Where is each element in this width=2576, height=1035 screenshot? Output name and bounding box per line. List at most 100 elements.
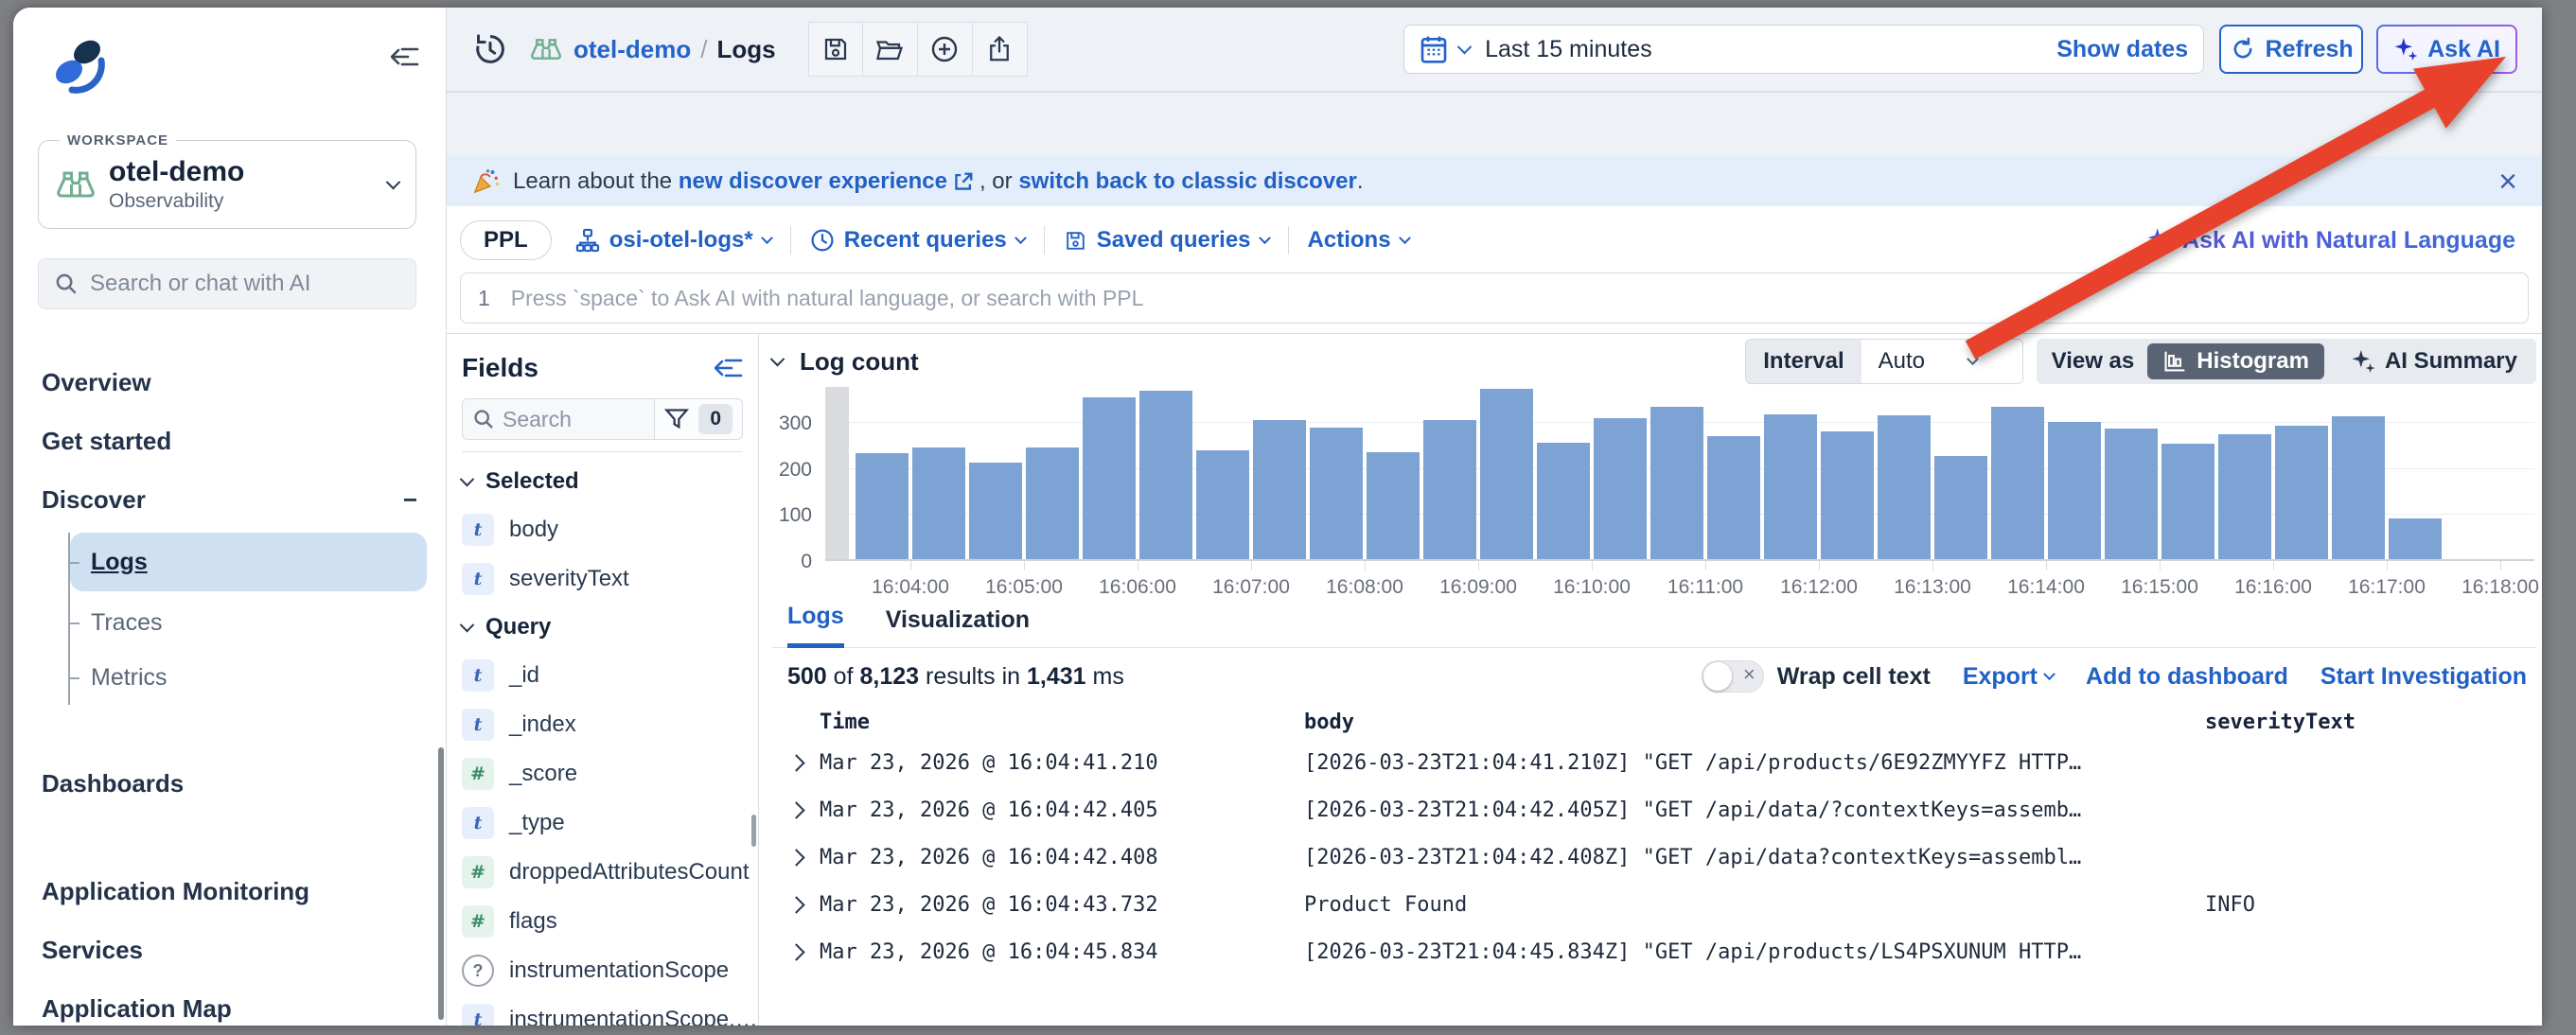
section-label: Selected	[485, 468, 579, 495]
sidebar-item-overview[interactable]: Overview	[13, 353, 446, 412]
time-range-label[interactable]: Last 15 minutes	[1485, 36, 1652, 63]
field-item-instrumentationScope[interactable]: ?instrumentationScope	[462, 946, 758, 995]
collapse-chart-icon[interactable]	[770, 351, 785, 366]
query-language-button[interactable]: PPL	[460, 220, 552, 260]
fields-search[interactable]	[462, 398, 655, 440]
show-dates-link[interactable]: Show dates	[2056, 36, 2188, 63]
query-input[interactable]: 1 Press `space` to Ask AI with natural l…	[460, 272, 2529, 324]
field-name: _type	[509, 810, 565, 836]
sidebar-collapse-icon[interactable]	[391, 45, 419, 68]
field-item-flags[interactable]: #flags	[462, 897, 758, 946]
sidebar-item-services[interactable]: Services	[13, 921, 446, 979]
chart-plot[interactable]: 16:04:0016:05:0016:06:0016:07:0016:08:00…	[825, 389, 2534, 561]
histogram-bar	[2048, 422, 2100, 559]
tab-logs[interactable]: Logs	[787, 603, 844, 648]
history-icon[interactable]	[471, 30, 509, 68]
wrap-text-toggle[interactable]: ×	[1702, 660, 1764, 693]
filter-count-badge: 0	[698, 404, 732, 434]
field-item-severityText[interactable]: tseverityText	[462, 554, 758, 604]
histogram-bar	[1083, 397, 1135, 559]
export-dropdown[interactable]: Export	[1963, 663, 2054, 691]
histogram-bar	[1707, 436, 1759, 559]
col-header-time[interactable]: Time	[820, 710, 1304, 734]
banner-close-icon[interactable]: ×	[2498, 166, 2517, 198]
sidebar-item-get-started[interactable]: Get started	[13, 412, 446, 470]
fields-scrollbar[interactable]	[751, 815, 756, 847]
workspace-selector[interactable]: WORKSPACE otel-demo Observability	[38, 140, 416, 229]
field-item-instrumentationScope[interactable]: tinstrumentationScope.…	[462, 995, 758, 1026]
collapse-minus-icon[interactable]: −	[403, 485, 417, 515]
sidebar-subitem-logs[interactable]: Logs	[70, 533, 427, 591]
ask-ai-nl-link[interactable]: Ask AI with Natural Language	[2146, 227, 2529, 254]
binoculars-icon	[530, 35, 562, 63]
col-header-severity[interactable]: severityText	[2205, 710, 2536, 734]
col-header-body[interactable]: body	[1304, 710, 2205, 734]
x-axis-label: 16:06:00	[1099, 576, 1176, 599]
histogram-toggle-button[interactable]: Histogram	[2147, 343, 2324, 379]
histogram-bar	[1253, 420, 1305, 559]
clock-icon	[810, 228, 835, 253]
saved-queries-dropdown[interactable]: Saved queries	[1064, 227, 1269, 254]
field-item-body[interactable]: tbody	[462, 505, 758, 554]
sidebar-item-discover[interactable]: Discover−	[13, 470, 446, 529]
table-row[interactable]: Mar 23, 2026 @ 16:04:42.405[2026-03-23T2…	[772, 786, 2536, 833]
sidebar-item-application-monitoring[interactable]: Application Monitoring	[13, 862, 446, 921]
sidebar-subitem-metrics[interactable]: Metrics	[70, 650, 446, 705]
sidebar-subitem-traces[interactable]: Traces	[70, 595, 446, 650]
fields-section-selected[interactable]: Selected	[462, 458, 758, 505]
table-row[interactable]: Mar 23, 2026 @ 16:04:43.732Product Found…	[772, 881, 2536, 928]
workspace-type: Observability	[109, 190, 388, 213]
classic-discover-link[interactable]: switch back to classic discover	[1018, 168, 1357, 194]
refresh-label: Refresh	[2266, 36, 2354, 63]
recent-queries-dropdown[interactable]: Recent queries	[810, 227, 1025, 254]
histogram-bar	[1310, 428, 1362, 559]
dataset-selector[interactable]: osi-otel-logs*	[575, 227, 771, 254]
fields-filter-button[interactable]: 0	[655, 398, 743, 440]
date-picker[interactable]: Last 15 minutes Show dates	[1403, 25, 2204, 74]
field-item-droppedAttributesCount[interactable]: #droppedAttributesCount	[462, 848, 758, 897]
expand-row-icon[interactable]	[787, 943, 804, 960]
expand-row-icon[interactable]	[787, 849, 804, 866]
field-item-_score[interactable]: #_score	[462, 749, 758, 798]
open-folder-button[interactable]	[863, 22, 918, 77]
sidebar-scrollbar[interactable]	[438, 747, 444, 1020]
expand-row-icon[interactable]	[787, 896, 804, 913]
calendar-icon[interactable]	[1420, 34, 1448, 64]
expand-row-icon[interactable]	[787, 754, 804, 771]
filter-funnel-icon	[664, 407, 689, 431]
share-button[interactable]	[973, 22, 1028, 77]
refresh-button[interactable]: Refresh	[2219, 25, 2363, 74]
fields-search-input[interactable]	[503, 407, 573, 432]
start-investigation-link[interactable]: Start Investigation	[2320, 663, 2527, 691]
expand-row-icon[interactable]	[787, 801, 804, 818]
table-row[interactable]: Mar 23, 2026 @ 16:04:42.408[2026-03-23T2…	[772, 833, 2536, 881]
new-discover-link[interactable]: new discover experience	[679, 168, 947, 194]
fields-collapse-icon[interactable]	[715, 357, 743, 379]
breadcrumb-workspace[interactable]: otel-demo	[573, 35, 691, 64]
tab-visualization[interactable]: Visualization	[886, 606, 1030, 647]
add-to-dashboard-link[interactable]: Add to dashboard	[2086, 663, 2288, 691]
new-item-button[interactable]	[918, 22, 973, 77]
ask-ai-button[interactable]: Ask AI	[2376, 25, 2517, 74]
sidebar-item-dashboards[interactable]: Dashboards	[13, 754, 446, 813]
histogram-bar	[856, 453, 908, 559]
save-button[interactable]	[808, 22, 863, 77]
fields-section-query[interactable]: Query	[462, 604, 758, 651]
table-row[interactable]: Mar 23, 2026 @ 16:04:45.834[2026-03-23T2…	[772, 928, 2536, 975]
sidebar-search-input[interactable]	[90, 271, 400, 297]
view-as-label: View as	[2052, 348, 2135, 375]
sidebar-item-application-map[interactable]: Application Map	[13, 979, 446, 1026]
field-item-_type[interactable]: t_type	[462, 798, 758, 848]
y-axis-label: 300	[779, 412, 812, 435]
log-count-histogram[interactable]: 0100200300 16:04:0016:05:0016:06:0016:07…	[772, 389, 2536, 599]
ai-summary-button[interactable]: AI Summary	[2338, 348, 2531, 375]
histogram-bar	[1821, 431, 1873, 559]
field-item-_index[interactable]: t_index	[462, 700, 758, 749]
x-axis-label: 16:12:00	[1780, 576, 1858, 599]
sidebar-search[interactable]	[38, 258, 416, 309]
actions-dropdown[interactable]: Actions	[1308, 227, 1409, 254]
interval-select[interactable]: Auto	[1861, 340, 2022, 383]
table-row[interactable]: Mar 23, 2026 @ 16:04:41.210[2026-03-23T2…	[772, 739, 2536, 786]
interval-control: Interval Auto	[1745, 339, 2022, 384]
field-item-_id[interactable]: t_id	[462, 651, 758, 700]
